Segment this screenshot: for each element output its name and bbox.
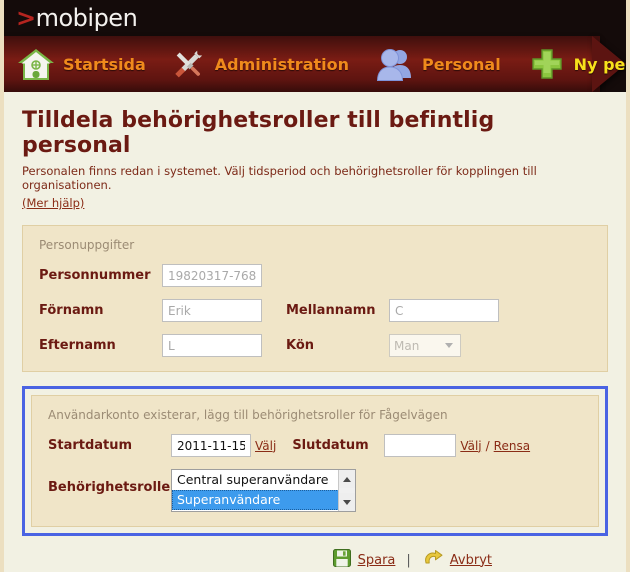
label-personnummer: Personnummer bbox=[39, 268, 151, 283]
kon-select-wrapper: Man bbox=[389, 334, 461, 357]
slutdatum-pick-link[interactable]: Välj bbox=[460, 439, 481, 453]
row-datum: Startdatum Välj Slutdatum Välj / Rensa bbox=[48, 434, 582, 457]
label-kon: Kön bbox=[286, 338, 315, 353]
person-details-panel: Personuppgifter Personnummer Förnamn Mel… bbox=[22, 225, 608, 372]
mellannamn-input[interactable] bbox=[389, 299, 499, 322]
brand-logo[interactable]: >mobipen bbox=[16, 4, 138, 32]
label-efternamn: Efternamn bbox=[39, 338, 116, 353]
page-title: Tilldela behörighetsroller till befintli… bbox=[22, 108, 495, 158]
row-namn: Förnamn Mellannamn bbox=[39, 299, 591, 322]
fornamn-input[interactable] bbox=[162, 299, 262, 322]
form-actions: Spara | Avbryt bbox=[22, 548, 608, 572]
cancel-button[interactable]: Avbryt bbox=[422, 548, 492, 572]
person-panel-legend: Personuppgifter bbox=[39, 238, 135, 252]
home-icon bbox=[16, 44, 56, 84]
tools-icon bbox=[168, 44, 208, 84]
nav-label-ny-personal: Ny personal bbox=[573, 54, 626, 74]
scroll-up-button[interactable] bbox=[339, 470, 355, 488]
brand-prefix: > bbox=[16, 4, 36, 32]
list-item[interactable]: Central superanvändare bbox=[172, 470, 355, 490]
kon-select[interactable]: Man bbox=[389, 334, 461, 357]
save-button[interactable]: Spara bbox=[332, 548, 396, 572]
nav-label-administration: Administration bbox=[214, 54, 350, 74]
label-fornamn: Förnamn bbox=[39, 303, 104, 318]
slutdatum-clear-link[interactable]: Rensa bbox=[494, 439, 530, 453]
personnummer-input[interactable] bbox=[162, 264, 262, 287]
link-separator: / bbox=[485, 438, 490, 453]
nav-item-administration[interactable]: Administration bbox=[168, 36, 353, 92]
floppy-disk-icon bbox=[332, 548, 352, 572]
page-subtitle: Personalen finns redan i systemet. Välj … bbox=[22, 164, 537, 192]
nav-item-personal[interactable]: Personal bbox=[375, 36, 505, 92]
chevron-up-icon bbox=[343, 476, 351, 482]
label-startdatum: Startdatum bbox=[48, 438, 133, 453]
row-behorighetsroller: Behörighetsroller Central superanvändare… bbox=[48, 469, 582, 512]
brand-name: mobipen bbox=[35, 4, 138, 32]
label-mellannamn: Mellannamn bbox=[286, 303, 376, 318]
logo-bar: >mobipen bbox=[4, 0, 626, 36]
slutdatum-input[interactable] bbox=[384, 434, 457, 457]
nav-item-ny-personal[interactable]: Ny personal bbox=[527, 36, 626, 92]
label-behorighetsroller: Behörighetsroller bbox=[48, 480, 177, 495]
behorighetsroller-listbox[interactable]: Central superanvändare Superanvändare bbox=[171, 469, 356, 512]
save-label[interactable]: Spara bbox=[358, 553, 396, 568]
plus-icon bbox=[527, 44, 567, 84]
site-header: >mobipen Startsida Administration Person… bbox=[4, 0, 626, 92]
listbox-scrollbar[interactable] bbox=[338, 470, 355, 511]
app-page: >mobipen Startsida Administration Person… bbox=[0, 0, 630, 572]
more-help-link[interactable]: (Mer hjälp) bbox=[22, 196, 84, 210]
cancel-label[interactable]: Avbryt bbox=[450, 553, 492, 568]
nav-item-startsida[interactable]: Startsida bbox=[16, 36, 150, 92]
main-nav-wrapper: Startsida Administration Personal Ny pe bbox=[4, 36, 626, 92]
action-separator: | bbox=[406, 552, 411, 568]
roles-panel-legend: Användarkonto existerar, lägg till behör… bbox=[48, 408, 448, 422]
roles-panel: Användarkonto existerar, lägg till behör… bbox=[31, 395, 599, 527]
nav-label-startsida: Startsida bbox=[63, 54, 146, 74]
row-efternamn-kon: Efternamn Kön Man bbox=[39, 334, 591, 357]
users-icon bbox=[375, 44, 415, 84]
undo-arrow-icon bbox=[422, 548, 444, 572]
startdatum-pick-link[interactable]: Välj bbox=[255, 439, 276, 453]
nav-label-personal: Personal bbox=[422, 54, 501, 74]
chevron-down-icon bbox=[343, 499, 351, 505]
list-item[interactable]: Superanvändare bbox=[172, 490, 355, 510]
row-personnummer: Personnummer bbox=[39, 264, 591, 287]
scroll-down-button[interactable] bbox=[339, 493, 355, 511]
page-content: Tilldela behörighetsroller till befintli… bbox=[4, 92, 626, 572]
startdatum-input[interactable] bbox=[171, 434, 251, 457]
main-nav: Startsida Administration Personal Ny pe bbox=[4, 36, 626, 92]
roles-highlight-frame: Användarkonto existerar, lägg till behör… bbox=[22, 386, 608, 536]
efternamn-input[interactable] bbox=[162, 334, 262, 357]
label-slutdatum: Slutdatum bbox=[292, 438, 369, 453]
